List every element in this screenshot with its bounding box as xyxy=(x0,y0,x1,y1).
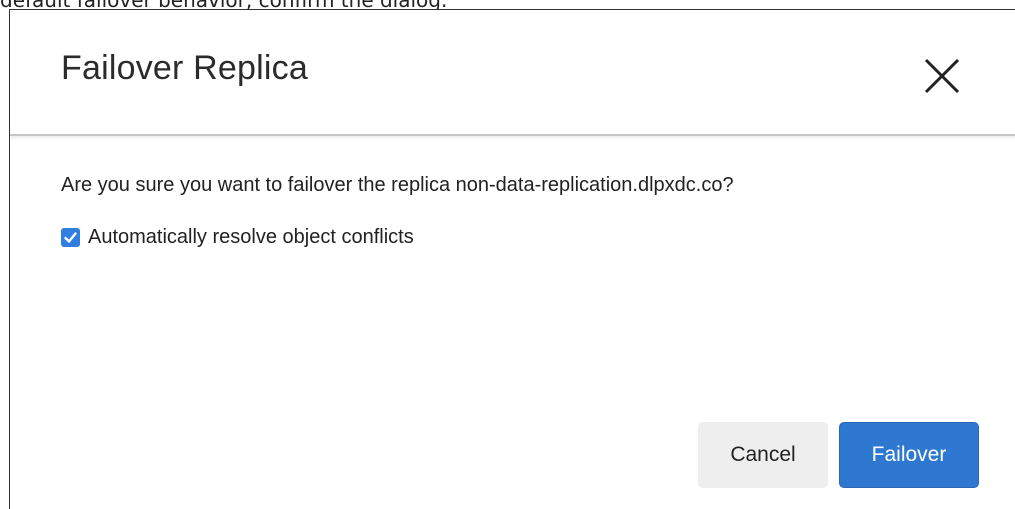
close-icon xyxy=(924,58,960,94)
dialog-body: Are you sure you want to failover the re… xyxy=(61,174,734,248)
failover-button[interactable]: Failover xyxy=(839,422,979,488)
failover-replica-dialog: Failover Replica Are you sure you want t… xyxy=(9,9,1015,509)
dialog-header: Failover Replica xyxy=(10,10,1015,136)
checkmark-icon xyxy=(64,232,77,243)
resolve-conflicts-option[interactable]: Automatically resolve object conflicts xyxy=(61,226,414,249)
confirm-message: Are you sure you want to failover the re… xyxy=(61,174,734,196)
resolve-conflicts-checkbox[interactable] xyxy=(61,228,80,247)
resolve-conflicts-label: Automatically resolve object conflicts xyxy=(88,226,414,248)
dialog-title: Failover Replica xyxy=(61,49,308,87)
close-button[interactable] xyxy=(922,56,962,96)
cancel-button[interactable]: Cancel xyxy=(698,422,828,488)
